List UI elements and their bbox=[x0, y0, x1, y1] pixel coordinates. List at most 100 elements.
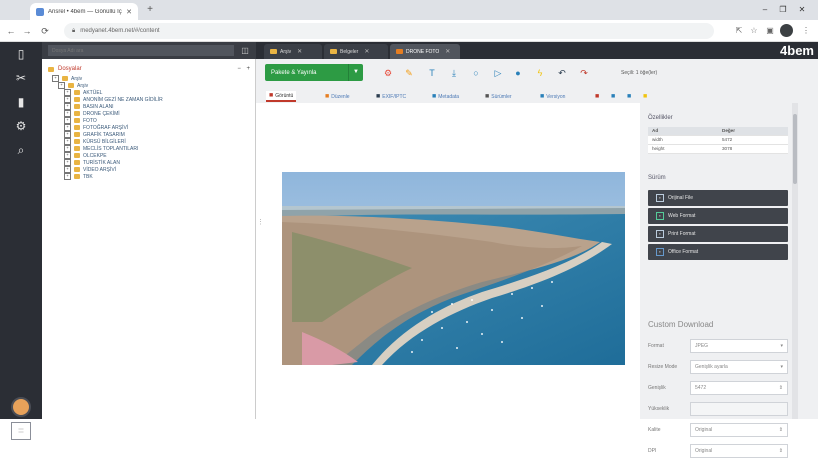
expand-toggle-icon[interactable]: + bbox=[64, 173, 71, 180]
play-icon[interactable]: ▷ bbox=[492, 67, 504, 79]
tree-node[interactable]: + FOTO bbox=[52, 117, 252, 124]
browser-tab[interactable]: Ansrel • 4bem — Gönüllü İçerik ✕ bbox=[30, 3, 138, 20]
extensions-icon[interactable]: ▣ bbox=[764, 24, 776, 38]
settings-icon[interactable]: ⚙ bbox=[382, 67, 394, 79]
scrollbar-thumb[interactable] bbox=[793, 114, 797, 184]
expand-toggle-icon[interactable]: + bbox=[64, 145, 71, 152]
view-tab[interactable]: ■ bbox=[640, 91, 650, 102]
tab-close-icon[interactable]: ✕ bbox=[297, 48, 302, 55]
notes-icon[interactable]: ≣ bbox=[11, 422, 31, 440]
download-icon[interactable]: ⤓ bbox=[448, 67, 460, 79]
tree-root[interactable]: Dosyalar − + bbox=[48, 64, 252, 74]
profile-avatar[interactable] bbox=[780, 24, 793, 37]
stepper-icon[interactable]: ⇕ bbox=[779, 448, 783, 454]
tab-close-icon[interactable]: ✕ bbox=[126, 8, 132, 16]
aerial-coastline-photo[interactable] bbox=[282, 172, 625, 365]
undo-icon[interactable]: ↶ bbox=[556, 67, 568, 79]
gear-icon[interactable]: ⚙ bbox=[8, 116, 34, 136]
expand-toggle-icon[interactable]: + bbox=[64, 152, 71, 159]
expand-toggle-icon[interactable]: + bbox=[58, 82, 65, 89]
view-tab[interactable]: ■ Versiyon bbox=[537, 91, 568, 102]
tree-node[interactable]: + VİDEO ARŞİVİ bbox=[52, 166, 252, 173]
expand-toggle-icon[interactable]: + bbox=[64, 159, 71, 166]
view-tab[interactable]: ■ bbox=[624, 91, 634, 102]
office-format-button[interactable]: ▪ Office Format bbox=[648, 244, 788, 260]
close-window-icon[interactable]: ✕ bbox=[795, 3, 809, 17]
new-tab-icon[interactable]: + bbox=[144, 4, 156, 16]
redo-icon[interactable]: ↷ bbox=[578, 67, 590, 79]
input-field[interactable]: 5472 ⇕ bbox=[690, 381, 788, 395]
tree-search-input[interactable] bbox=[48, 45, 234, 56]
tree-toggle-icon[interactable]: ◫ bbox=[240, 46, 250, 55]
share-icon[interactable]: ⇱ bbox=[733, 24, 745, 38]
circle-icon[interactable]: ○ bbox=[470, 67, 482, 79]
tree-node[interactable]: + FOTOĞRAF ARŞİVİ bbox=[52, 124, 252, 131]
chart-icon[interactable]: ▮ bbox=[8, 92, 34, 112]
tree-collapse-expand[interactable]: − + bbox=[237, 66, 252, 72]
original-file-button[interactable]: ▪ Orijinal File bbox=[648, 190, 788, 206]
tree-node[interactable]: + TURİSTİK ALAN bbox=[52, 159, 252, 166]
info-icon[interactable]: ● bbox=[512, 67, 524, 79]
expand-toggle-icon[interactable]: + bbox=[52, 75, 59, 82]
input-field[interactable]: Original ⇕ bbox=[690, 423, 788, 437]
tree-node[interactable]: + KÜRSÜ BİLGİLERİ bbox=[52, 138, 252, 145]
tree-node[interactable]: + DRONE ÇEKİMİ bbox=[52, 110, 252, 117]
tag-icon[interactable]: ✎ bbox=[403, 67, 415, 79]
expand-toggle-icon[interactable]: + bbox=[64, 131, 71, 138]
expand-toggle-icon[interactable]: + bbox=[64, 89, 71, 96]
bookmark-star-icon[interactable]: ☆ bbox=[748, 24, 760, 38]
file-icon[interactable]: ▯ bbox=[8, 44, 34, 64]
reload-icon[interactable]: ⟳ bbox=[38, 24, 52, 38]
app-tab-belgeler[interactable]: Belgeler ✕ bbox=[324, 44, 388, 59]
tree-node[interactable]: + GRAFİK TASARIM bbox=[52, 131, 252, 138]
menu-kebab-icon[interactable]: ⋮ bbox=[800, 24, 812, 38]
view-tab[interactable]: ■ Düzenle bbox=[322, 91, 353, 102]
select-field[interactable]: JPEG ▾ bbox=[690, 339, 788, 353]
expand-toggle-icon[interactable]: + bbox=[64, 124, 71, 131]
expand-toggle-icon[interactable]: + bbox=[64, 103, 71, 110]
forward-icon[interactable]: → bbox=[20, 24, 34, 38]
tree-node[interactable]: + AKTÜEL bbox=[52, 89, 252, 96]
expand-toggle-icon[interactable]: + bbox=[64, 166, 71, 173]
bolt-icon[interactable]: ϟ bbox=[534, 67, 546, 79]
view-tab[interactable]: ■ bbox=[592, 91, 602, 102]
tree-node[interactable]: + ANONİM GEZİ NE ZAMAN GİDİLİR bbox=[52, 96, 252, 103]
chevron-down-icon[interactable]: ▾ bbox=[780, 364, 783, 370]
expand-toggle-icon[interactable]: + bbox=[64, 138, 71, 145]
url-input[interactable]: 🔒︎ medyanet.4bem.net/#/content bbox=[64, 23, 714, 39]
expand-toggle-icon[interactable]: + bbox=[64, 117, 71, 124]
tree-node[interactable]: + BASIN ALANI bbox=[52, 103, 252, 110]
tree-node[interactable]: + OLCEKPE bbox=[52, 152, 252, 159]
tab-close-icon[interactable]: ✕ bbox=[445, 48, 450, 55]
view-tab[interactable]: ■ EXIF/IPTC bbox=[373, 91, 409, 102]
expand-toggle-icon[interactable]: + bbox=[64, 110, 71, 117]
maximize-icon[interactable]: ❐ bbox=[776, 3, 790, 17]
tree-node[interactable]: + TBK bbox=[52, 173, 252, 180]
tab-close-icon[interactable]: ✕ bbox=[364, 48, 369, 55]
search-icon[interactable]: ⌕ bbox=[8, 140, 34, 160]
minimize-icon[interactable]: – bbox=[758, 3, 772, 17]
app-tab-drone-foto[interactable]: DRONE FOTO ✕ bbox=[390, 44, 460, 59]
view-tab[interactable]: ■ Sürümler bbox=[482, 91, 515, 102]
expand-toggle-icon[interactable]: + bbox=[64, 96, 71, 103]
view-tab[interactable]: ■ Görüntü bbox=[266, 91, 297, 102]
web-format-button[interactable]: ▪ Web Format bbox=[648, 208, 788, 224]
text-icon[interactable]: T bbox=[426, 67, 438, 79]
stepper-icon[interactable]: ⇕ bbox=[779, 385, 783, 391]
tree-node[interactable]: + MECLİS TOPLANTILARI bbox=[52, 145, 252, 152]
tree-node[interactable]: + Arşiv bbox=[52, 75, 252, 82]
back-icon[interactable]: ← bbox=[4, 24, 18, 38]
tree-node[interactable]: + Arşiv bbox=[52, 82, 252, 89]
print-format-button[interactable]: ▪ Print Format bbox=[648, 226, 788, 242]
chevron-down-icon[interactable]: ▼ bbox=[348, 64, 363, 81]
download-publish-button[interactable]: Pakete & Yayınla ▼ bbox=[265, 64, 363, 81]
user-avatar[interactable] bbox=[11, 397, 31, 417]
view-tab[interactable]: ■ bbox=[608, 91, 618, 102]
chevron-down-icon[interactable]: ▾ bbox=[780, 343, 783, 349]
select-field[interactable]: Genişlik ayarla ▾ bbox=[690, 360, 788, 374]
app-tab-arsiv[interactable]: Arşiv ✕ bbox=[264, 44, 322, 59]
view-tab[interactable]: ■ Metadata bbox=[429, 91, 462, 102]
input-field[interactable]: Original ⇕ bbox=[690, 444, 788, 458]
wrench-icon[interactable]: ✂ bbox=[8, 68, 34, 88]
splitter-handle[interactable]: ⋮ bbox=[257, 218, 264, 236]
